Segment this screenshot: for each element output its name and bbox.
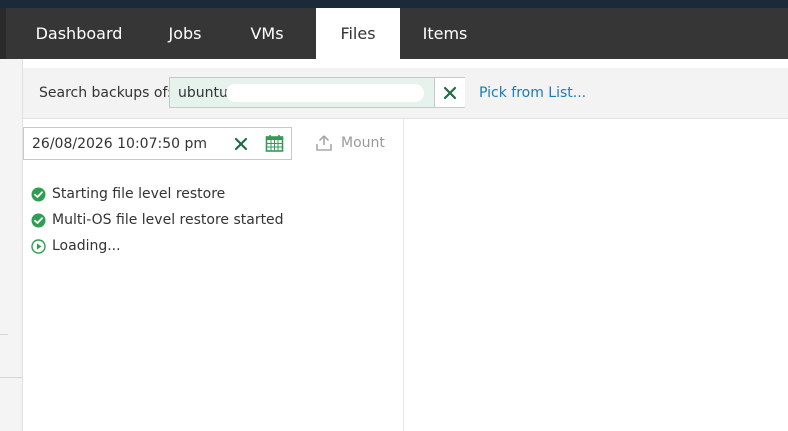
status-item: Starting file level restore <box>31 181 284 207</box>
status-list: Starting file level restore Multi-OS fil… <box>31 181 284 259</box>
gutter-divider <box>0 377 22 378</box>
top-strip <box>0 0 788 8</box>
search-clear-button[interactable] <box>434 78 465 107</box>
tab-dashboard[interactable]: Dashboard <box>6 8 152 59</box>
search-label: Search backups of: <box>39 85 172 101</box>
restore-pane: 26/08/2026 10:07:50 pm Mount Starting fi… <box>23 119 404 431</box>
tab-files[interactable]: Files <box>316 8 400 59</box>
status-item: Multi-OS file level restore started <box>31 207 284 233</box>
restore-point-value: 26/08/2026 10:07:50 pm <box>32 136 207 152</box>
restore-point-field[interactable]: 26/08/2026 10:07:50 pm <box>23 127 292 160</box>
mount-button[interactable]: Mount <box>315 134 385 152</box>
mount-label: Mount <box>341 135 385 151</box>
tab-vms[interactable]: VMs <box>218 8 316 59</box>
left-gutter <box>0 59 23 431</box>
check-circle-icon <box>31 213 46 227</box>
tab-items[interactable]: Items <box>400 8 490 59</box>
search-input[interactable]: ubuntu <box>169 77 465 108</box>
upload-icon <box>316 135 332 151</box>
check-circle-icon <box>31 187 46 201</box>
main-nav: Dashboard Jobs VMs Files Items <box>0 8 788 59</box>
close-icon <box>443 86 457 99</box>
pick-from-list-link[interactable]: Pick from List... <box>479 85 586 101</box>
calendar-icon[interactable] <box>265 134 284 153</box>
tab-jobs[interactable]: Jobs <box>152 8 218 59</box>
status-text: Multi-OS file level restore started <box>52 212 284 228</box>
search-value: ubuntu <box>178 85 228 101</box>
status-text: Starting file level restore <box>52 186 226 202</box>
status-text: Loading... <box>52 238 121 254</box>
close-icon[interactable] <box>232 135 250 153</box>
search-bar: Search backups of: ubuntu Pick from List… <box>23 68 788 119</box>
gutter-divider <box>0 334 8 335</box>
redaction-mask <box>226 84 424 102</box>
status-item: Loading... <box>31 233 284 259</box>
play-circle-icon <box>31 238 46 254</box>
